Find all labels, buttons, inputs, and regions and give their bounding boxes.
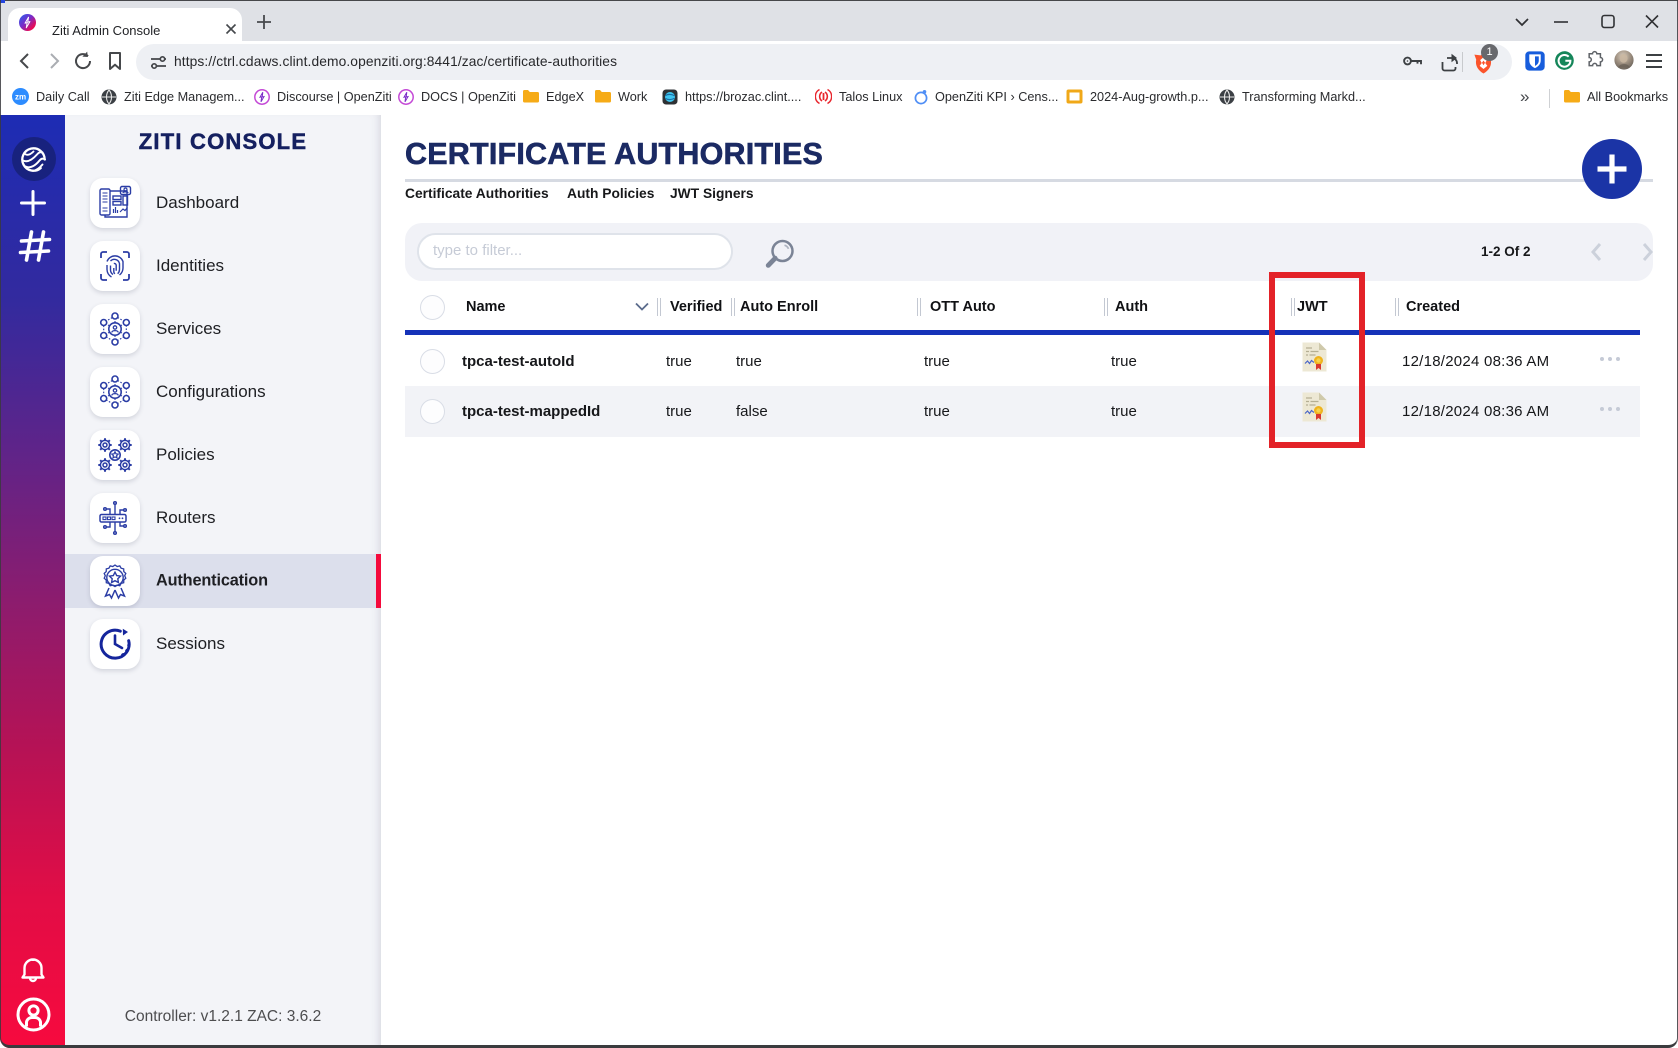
svg-text:zm: zm xyxy=(15,93,26,102)
